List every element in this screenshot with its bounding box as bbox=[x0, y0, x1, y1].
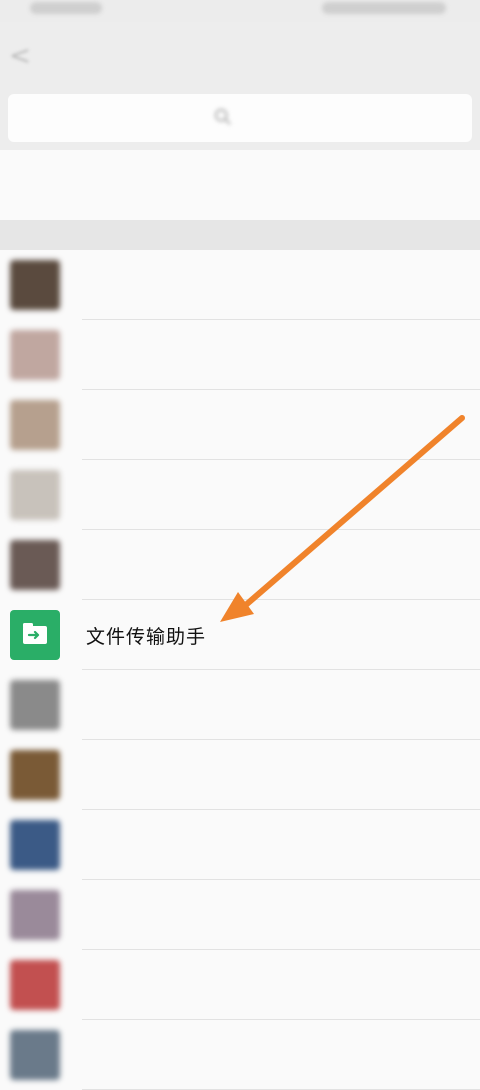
avatar bbox=[10, 820, 60, 870]
contact-list: 文件传输助手 bbox=[0, 250, 480, 1090]
contact-name: 文件传输助手 bbox=[86, 626, 207, 648]
status-bar-indicators bbox=[322, 2, 446, 14]
contact-row[interactable] bbox=[0, 740, 480, 810]
avatar bbox=[10, 260, 60, 310]
avatar bbox=[10, 1030, 60, 1080]
contact-row[interactable] bbox=[0, 670, 480, 740]
avatar bbox=[10, 680, 60, 730]
contact-row[interactable] bbox=[0, 460, 480, 530]
contact-row[interactable] bbox=[0, 810, 480, 880]
contact-row-file-transfer[interactable]: 文件传输助手 bbox=[0, 600, 480, 670]
nav-bar: < bbox=[0, 22, 480, 90]
search-input[interactable] bbox=[8, 94, 472, 142]
contact-row[interactable] bbox=[0, 950, 480, 1020]
avatar bbox=[10, 750, 60, 800]
search-area bbox=[0, 90, 480, 150]
contact-row[interactable] bbox=[0, 880, 480, 950]
file-transfer-icon bbox=[10, 610, 60, 660]
contact-row[interactable] bbox=[0, 320, 480, 390]
avatar bbox=[10, 540, 60, 590]
contact-row[interactable] bbox=[0, 250, 480, 320]
avatar bbox=[10, 330, 60, 380]
contact-row[interactable] bbox=[0, 530, 480, 600]
status-bar bbox=[0, 0, 480, 22]
status-bar-time bbox=[30, 2, 102, 14]
back-icon[interactable]: < bbox=[6, 38, 34, 74]
contact-row[interactable] bbox=[0, 1020, 480, 1090]
avatar bbox=[10, 890, 60, 940]
search-icon bbox=[214, 108, 231, 125]
avatar bbox=[10, 960, 60, 1010]
avatar bbox=[10, 470, 60, 520]
contact-row[interactable] bbox=[0, 390, 480, 460]
new-chat-row[interactable] bbox=[0, 150, 480, 220]
avatar bbox=[10, 400, 60, 450]
section-header bbox=[0, 220, 480, 250]
